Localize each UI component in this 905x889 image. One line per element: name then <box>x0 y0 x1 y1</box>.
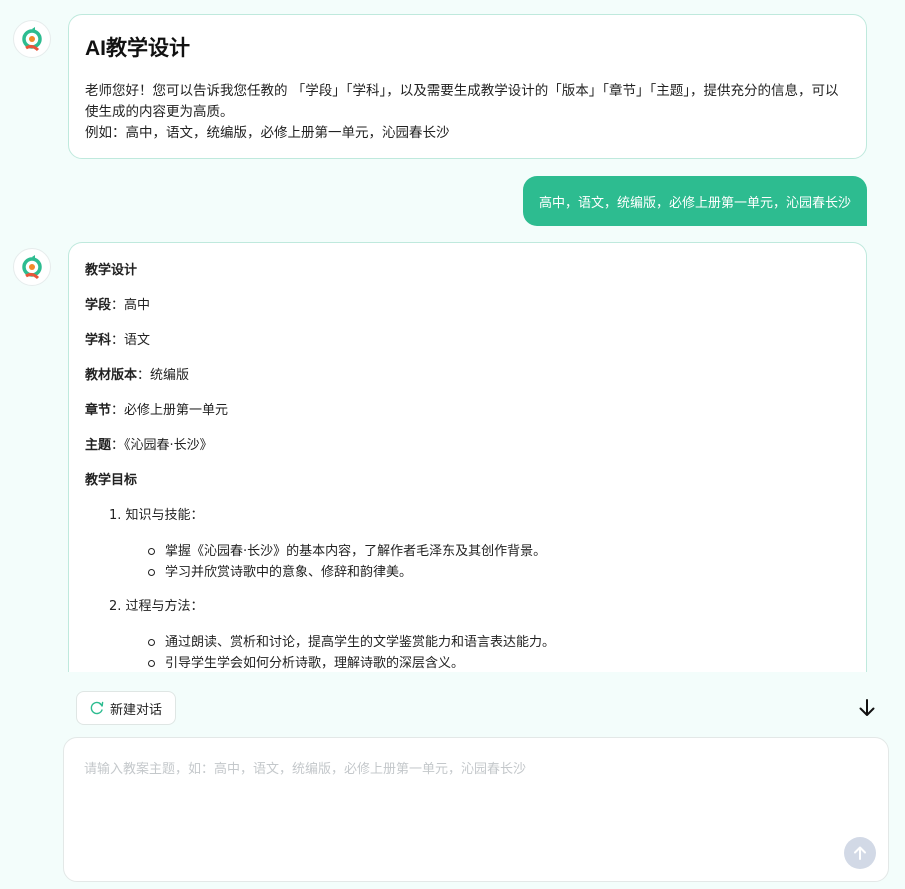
welcome-title: AI教学设计 <box>85 37 190 60</box>
field-stage: 学段：高中 <box>85 296 850 316</box>
field-label: 教材版本 <box>85 368 138 383</box>
message-input-box <box>63 737 889 882</box>
goal-title: 2. 过程与方法： <box>109 599 204 614</box>
welcome-example: 例如：高中，语文，统编版，必修上册第一单元，沁园春长沙 <box>85 125 450 141</box>
field-label: 章节 <box>85 403 112 418</box>
bot-logo-icon <box>22 255 42 280</box>
list-item: 学习并欣赏诗歌中的意象、修辞和韵律美。 <box>85 562 850 583</box>
field-value: ：统编版 <box>137 368 190 383</box>
arrow-down-icon <box>859 699 875 716</box>
new-chat-icon <box>90 701 104 715</box>
goal-list: 掌握《沁园春·长沙》的基本内容，了解作者毛泽东及其创作背景。 学习并欣赏诗歌中的… <box>85 541 850 583</box>
new-chat-label: 新建对话 <box>110 702 163 718</box>
field-value: ：必修上册第一单元 <box>111 403 229 418</box>
list-item: 引导学生学会如何分析诗歌，理解诗歌的深层含义。 <box>85 653 850 674</box>
response-heading: 教学设计 <box>85 263 138 278</box>
composer-area: 新建对话 <box>0 672 905 889</box>
bot-logo-icon <box>22 27 42 52</box>
new-chat-button[interactable]: 新建对话 <box>76 691 177 725</box>
response-message: 教学设计 学段：高中 学科：语文 教材版本：统编版 章节：必修上册第一单元 主题… <box>68 242 867 682</box>
field-value: ：语文 <box>111 333 151 348</box>
message-input[interactable] <box>84 758 844 848</box>
field-label: 学科 <box>85 333 112 348</box>
field-edition: 教材版本：统编版 <box>85 366 850 386</box>
bot-avatar <box>13 20 51 58</box>
user-message-text: 高中，语文，统编版，必修上册第一单元，沁园春长沙 <box>538 195 851 211</box>
field-topic: 主题：《沁园春·长沙》 <box>85 436 850 456</box>
user-message: 高中，语文，统编版，必修上册第一单元，沁园春长沙 <box>522 176 867 226</box>
welcome-intro: 老师您好！您可以告诉我您任教的 「学段」「学科」，以及需要生成教学设计的「版本」… <box>85 83 839 120</box>
goal-list: 通过朗读、赏析和讨论，提高学生的文学鉴赏能力和语言表达能力。 引导学生学会如何分… <box>85 632 850 674</box>
field-label: 主题 <box>85 438 112 453</box>
field-value: ：高中 <box>111 298 151 313</box>
field-label: 学段 <box>85 298 112 313</box>
send-button[interactable] <box>844 837 876 869</box>
list-item: 掌握《沁园春·长沙》的基本内容，了解作者毛泽东及其创作背景。 <box>85 541 850 562</box>
arrow-up-icon <box>854 846 866 860</box>
field-subject: 学科：语文 <box>85 331 850 351</box>
field-value: ：《沁园春·长沙》 <box>111 438 213 453</box>
welcome-message: AI教学设计 老师您好！您可以告诉我您任教的 「学段」「学科」，以及需要生成教学… <box>68 14 867 159</box>
bot-avatar <box>13 248 51 286</box>
goal-title: 1. 知识与技能： <box>109 508 204 523</box>
scroll-to-bottom-button[interactable] <box>855 696 879 720</box>
field-chapter: 章节：必修上册第一单元 <box>85 401 850 421</box>
list-item: 通过朗读、赏析和讨论，提高学生的文学鉴赏能力和语言表达能力。 <box>85 632 850 653</box>
goals-heading: 教学目标 <box>85 473 138 488</box>
